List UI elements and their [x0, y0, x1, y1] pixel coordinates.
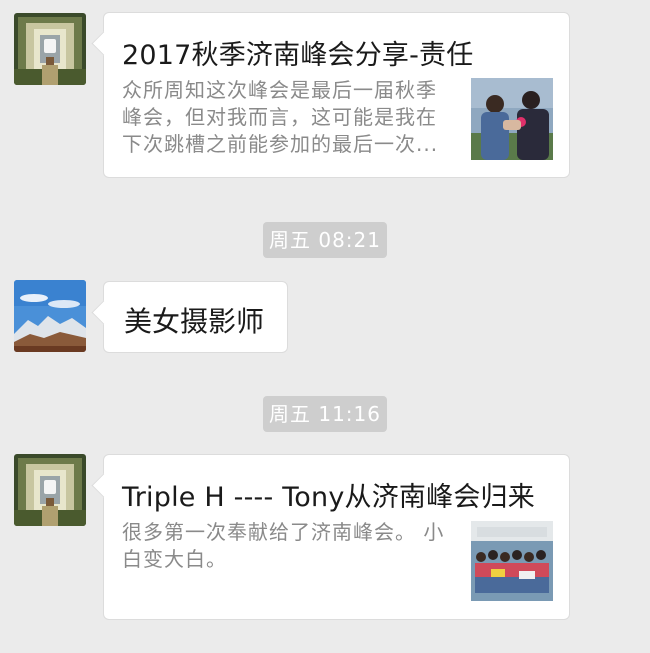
- tunnel-avatar-image: [14, 13, 86, 85]
- article-summary: 众所周知这次峰会是最后一届秋季 峰会，但对我而言，这可能是我在 下次跳槽之前能参…: [122, 78, 439, 156]
- sender-avatar[interactable]: [14, 13, 86, 85]
- sender-avatar[interactable]: [14, 454, 86, 526]
- tunnel-avatar-image: [14, 454, 86, 526]
- article-thumbnail: [471, 78, 553, 160]
- article-summary: 很多第一次奉献给了济南峰会。 小 白变大白。: [122, 520, 445, 571]
- text-message-bubble[interactable]: 美女摄影师: [91, 281, 288, 353]
- article-card[interactable]: 2017秋季济南峰会分享-责任 众所周知这次峰会是最后一届秋季 峰会，但对我而言…: [91, 12, 570, 178]
- timestamp-label: 周五 08:21: [263, 222, 387, 258]
- mountain-avatar-image: [14, 280, 86, 352]
- timestamp-label: 周五 11:16: [263, 396, 387, 432]
- article-title: 2017秋季济南峰会分享-责任: [122, 40, 474, 71]
- article-card[interactable]: Triple H ---- Tony从济南峰会归来 很多第一次奉献给了济南峰会。…: [91, 454, 570, 620]
- article-thumbnail: [471, 521, 553, 601]
- article-title: Triple H ---- Tony从济南峰会归来: [122, 482, 535, 513]
- sender-avatar[interactable]: [14, 280, 86, 352]
- message-text: 美女摄影师: [124, 305, 265, 338]
